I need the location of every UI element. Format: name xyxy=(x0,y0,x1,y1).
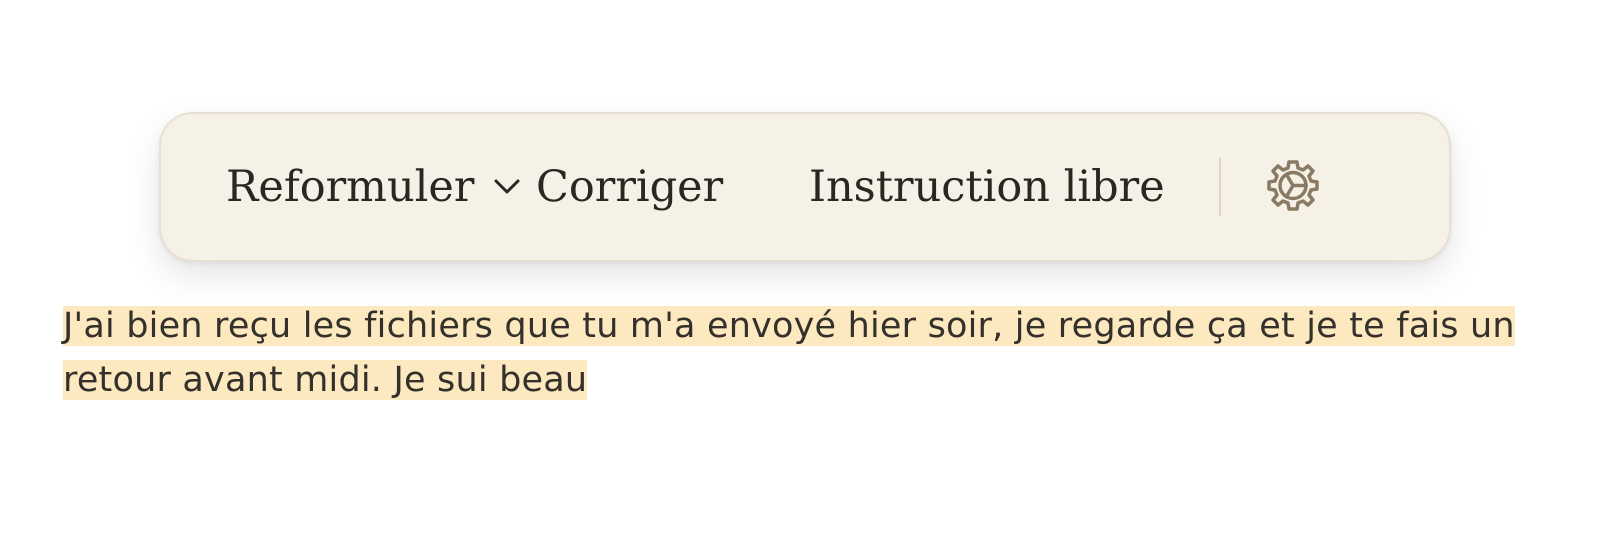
gear-icon xyxy=(1266,158,1320,216)
chevron-down-icon xyxy=(492,177,522,197)
toolbar-divider xyxy=(1219,158,1221,216)
instruction-libre-button[interactable]: Instruction libre xyxy=(809,161,1219,212)
editor-text[interactable]: J'ai bien reçu les fichiers que tu m'a e… xyxy=(63,299,1551,407)
text-action-toolbar: Reformuler Corriger Instruction libre xyxy=(159,112,1451,262)
corriger-button[interactable]: Corriger xyxy=(536,161,809,212)
settings-button[interactable] xyxy=(1265,159,1321,215)
selected-text: J'ai bien reçu les fichiers que tu m'a e… xyxy=(63,306,1515,400)
reformuler-dropdown-button[interactable]: Reformuler xyxy=(226,161,536,212)
instruction-libre-label: Instruction libre xyxy=(809,161,1165,212)
reformuler-label: Reformuler xyxy=(226,161,475,212)
corriger-label: Corriger xyxy=(536,161,724,212)
